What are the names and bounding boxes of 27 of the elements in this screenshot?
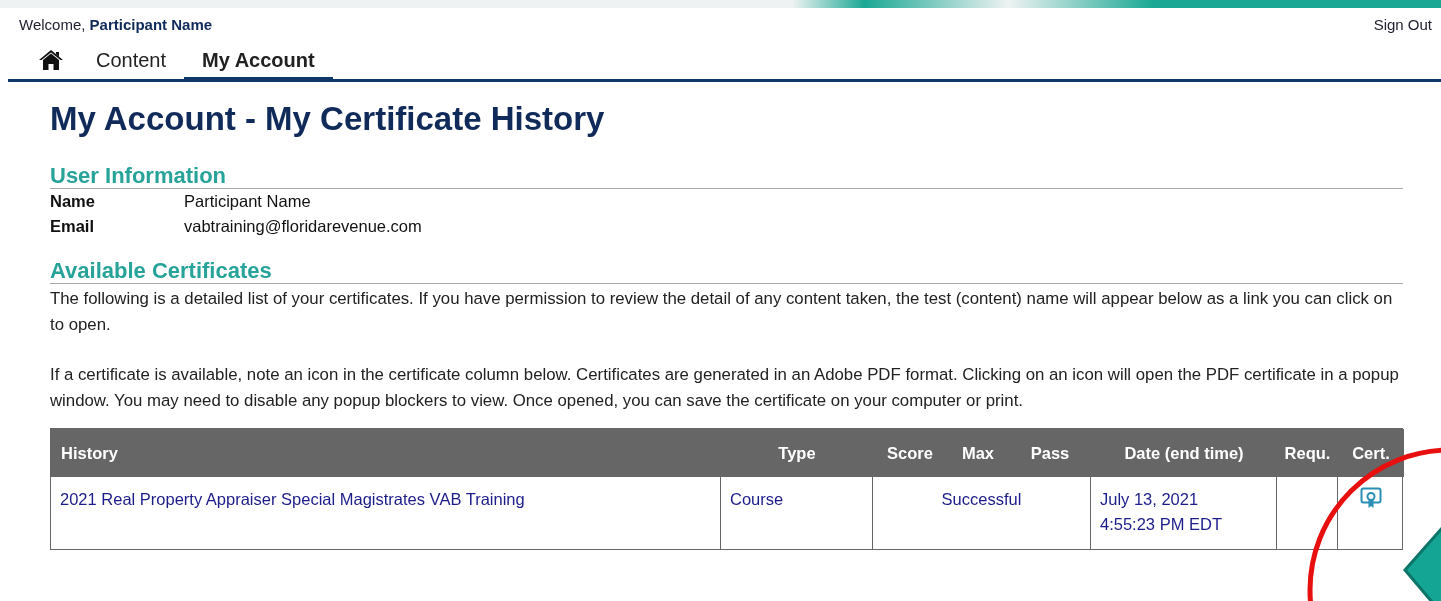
field-label: Email bbox=[50, 216, 96, 237]
section-heading: User Information bbox=[50, 164, 1403, 189]
column-header: Pass bbox=[1009, 429, 1091, 477]
nav-tab[interactable]: Content bbox=[78, 43, 185, 82]
column-header: Date (end time) bbox=[1091, 429, 1277, 477]
column-header: History bbox=[51, 429, 721, 477]
column-header: Type bbox=[721, 429, 873, 477]
column-header: Cert. bbox=[1338, 429, 1404, 477]
column-header: Max bbox=[947, 429, 1009, 477]
page-title: My Account - My Certificate History bbox=[50, 100, 606, 138]
course-link[interactable]: 2021 Real Property Appraiser Special Magistrates VAB Training bbox=[60, 490, 525, 508]
table-cell: Course bbox=[721, 477, 873, 549]
welcome-text: Welcome, Participant Name bbox=[19, 16, 213, 33]
nav-tab[interactable]: My Account bbox=[184, 43, 333, 82]
column-header: Score bbox=[873, 429, 947, 477]
info-paragraph: If a certificate is available, note an icon in the certificate column below. Certificates are generated in an Adobe PDF format. Clicking on an icon will open the PDF certificate in a popup window. You may need to disable any popup blockers to view. Once opened, you can save the certificate on your computer or print. bbox=[50, 364, 1400, 412]
field-value: Participant Name bbox=[184, 191, 312, 212]
info-paragraph: The following is a detailed list of your certificates. If you have permission to review the detail of any content taken, the test (content) name will appear below as a link you can click on to open. bbox=[50, 288, 1394, 336]
field-value: vabtraining@floridarevenue.com bbox=[184, 216, 423, 237]
field-label: Name bbox=[50, 191, 96, 212]
home-icon bbox=[38, 49, 64, 71]
certificate-icon[interactable] bbox=[1360, 487, 1382, 509]
column-header: Requ. bbox=[1277, 429, 1338, 477]
sign-out-link[interactable]: Sign Out bbox=[1373, 16, 1432, 33]
section-heading: Available Certificates bbox=[50, 259, 1403, 284]
table-cell: Successful bbox=[873, 477, 1091, 549]
table-cell: July 13, 2021 4:55:23 PM EDT bbox=[1091, 477, 1277, 549]
